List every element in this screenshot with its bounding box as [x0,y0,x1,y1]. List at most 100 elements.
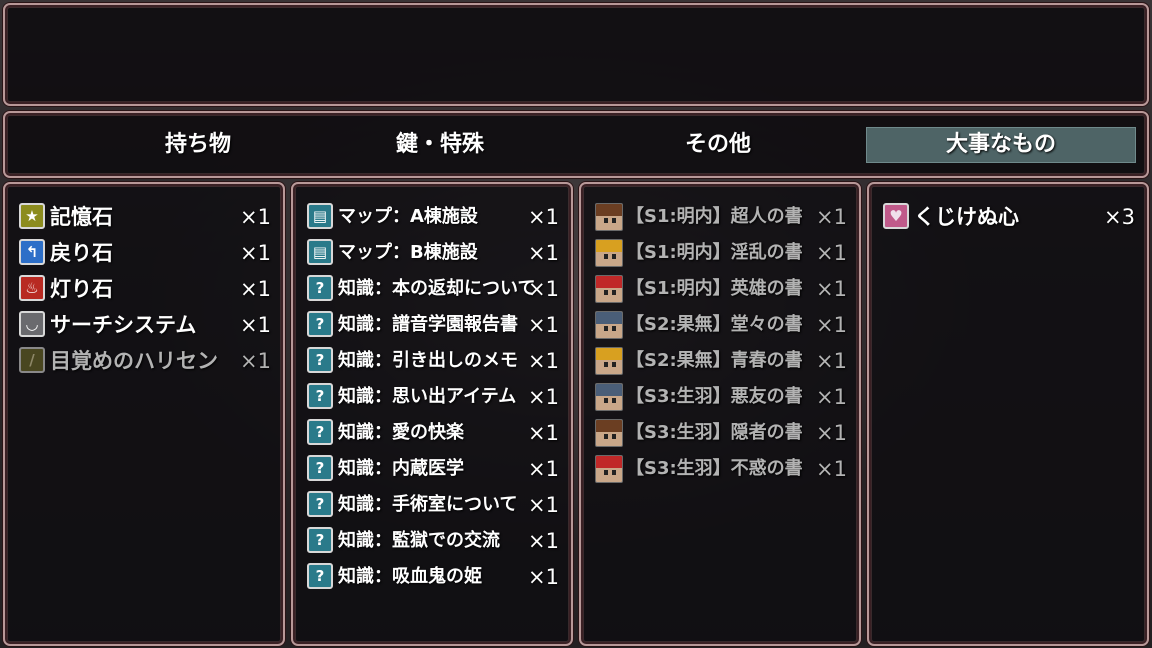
character-portrait-icon [595,347,623,375]
item-row[interactable]: 【S1:明内】英雄の書 ×1 [595,272,847,306]
item-name: 【S2:果無】青春の書 [626,350,803,371]
item-row[interactable]: ♨ 灯り石 ×1 [19,272,271,306]
item-quantity: ×1 [528,277,559,301]
item-quantity: ×1 [816,241,847,265]
item-name: 知識：監獄での交流 [338,530,500,551]
closed-eye-icon: ◡ [19,311,45,337]
item-name: 灯り石 [50,277,113,301]
paper-fan-icon: / [19,347,45,373]
item-name: マップ：B棟施設 [338,242,478,263]
item-row[interactable]: 【S3:生羽】悪友の書 ×1 [595,380,847,414]
item-row[interactable]: ★ 記憶石 ×1 [19,200,271,234]
item-quantity: ×1 [816,313,847,337]
question-icon: ? [307,347,333,373]
item-row[interactable]: ? 知識：譜音学園報告書 ×1 [307,308,559,342]
item-name: 知識：譜音学園報告書 [338,314,518,335]
item-name: 【S3:生羽】不惑の書 [626,458,803,479]
item-name: サーチシステム [50,313,197,337]
item-row[interactable]: ? 知識：監獄での交流 ×1 [307,524,559,558]
help-window [3,3,1149,106]
map-icon: ▤ [307,239,333,265]
item-row[interactable]: ? 知識：内蔵医学 ×1 [307,452,559,486]
item-row[interactable]: ♥ くじけぬ心 ×3 [883,200,1135,234]
item-quantity: ×1 [528,385,559,409]
flame-icon: ♨ [19,275,45,301]
tab-keys-special[interactable]: 鍵・特殊 [305,127,575,163]
item-name: 知識：愛の快楽 [338,422,464,443]
character-portrait-icon [595,275,623,303]
heart-icon: ♥ [883,203,909,229]
item-row[interactable]: 【S2:果無】堂々の書 ×1 [595,308,847,342]
item-name: 知識：吸血鬼の姫 [338,566,482,587]
question-icon: ? [307,275,333,301]
item-name: 【S3:生羽】悪友の書 [626,386,803,407]
item-name: 【S1:明内】超人の書 [626,206,803,227]
item-name: 【S1:明内】淫乱の書 [626,242,803,263]
category-tab-window: 持ち物 鍵・特殊 その他 大事なもの [3,111,1149,178]
item-name: くじけぬ心 [914,205,1019,229]
item-quantity: ×1 [240,313,271,337]
question-icon: ? [307,455,333,481]
item-quantity: ×1 [816,385,847,409]
item-quantity: ×1 [528,457,559,481]
question-icon: ? [307,527,333,553]
item-name: 戻り石 [50,241,113,265]
item-quantity: ×1 [240,349,271,373]
item-quantity: ×1 [528,349,559,373]
item-quantity: ×1 [528,529,559,553]
item-quantity: ×1 [528,565,559,589]
item-row[interactable]: ? 知識：引き出しのメモ ×1 [307,344,559,378]
item-row[interactable]: 【S2:果無】青春の書 ×1 [595,344,847,378]
item-row[interactable]: 【S3:生羽】不惑の書 ×1 [595,452,847,486]
item-quantity: ×1 [816,457,847,481]
item-row[interactable]: 【S1:明内】超人の書 ×1 [595,200,847,234]
item-row[interactable]: 【S1:明内】淫乱の書 ×1 [595,236,847,270]
character-portrait-icon [595,455,623,483]
item-name: 目覚めのハリセン [50,349,218,373]
character-portrait-icon [595,239,623,267]
item-row[interactable]: ? 知識：吸血鬼の姫 ×1 [307,560,559,594]
question-icon: ? [307,491,333,517]
character-portrait-icon [595,203,623,231]
item-row[interactable]: ? 知識：愛の快楽 ×1 [307,416,559,450]
item-name: 知識：内蔵医学 [338,458,464,479]
item-row[interactable]: ↰ 戻り石 ×1 [19,236,271,270]
item-quantity: ×1 [816,349,847,373]
item-row[interactable]: ? 知識：本の返却について ×1 [307,272,559,306]
character-portrait-icon [595,419,623,447]
item-quantity: ×1 [240,241,271,265]
item-name: 知識：思い出アイテム [338,386,517,407]
item-quantity: ×3 [1104,205,1135,229]
tab-important-items[interactable]: 大事なもの [866,127,1136,163]
character-portrait-icon [595,383,623,411]
item-list-consumables: ★ 記憶石 ×1 ↰ 戻り石 ×1 ♨ 灯り石 ×1 ◡ サーチシステム ×1 /目覚めのハリセン ×1 [3,182,285,646]
item-list-keys: ▤ マップ：A棟施設 ×1 ▤ マップ：B棟施設 ×1? 知識：本の返却について ×1? 知識：… [291,182,573,646]
item-name: 記憶石 [50,205,113,229]
item-row[interactable]: ▤ マップ：A棟施設 ×1 [307,200,559,234]
item-name: 【S3:生羽】隠者の書 [626,422,803,443]
item-quantity: ×1 [528,205,559,229]
item-name: マップ：A棟施設 [338,206,478,227]
item-quantity: ×1 [528,421,559,445]
item-list-important: ♥ くじけぬ心 ×3 [867,182,1149,646]
question-icon: ? [307,563,333,589]
item-quantity: ×1 [240,205,271,229]
tab-items[interactable]: 持ち物 [63,127,333,163]
item-quantity: ×1 [240,277,271,301]
item-quantity: ×1 [816,421,847,445]
item-name: 知識：手術室について [338,494,518,515]
character-portrait-icon [595,311,623,339]
item-quantity: ×1 [528,241,559,265]
item-list-books: 【S1:明内】超人の書 ×1 【S1:明内】淫乱の書 ×1 【S1:明内】英雄の書 ×1 【… [579,182,861,646]
item-row[interactable]: ? 知識：手術室について ×1 [307,488,559,522]
item-row[interactable]: ▤ マップ：B棟施設 ×1 [307,236,559,270]
item-row[interactable]: / 目覚めのハリセン ×1 [19,344,271,378]
tab-other[interactable]: その他 [583,127,853,163]
item-name: 知識：引き出しのメモ [338,350,518,371]
item-quantity: ×1 [816,205,847,229]
item-row[interactable]: 【S3:生羽】隠者の書 ×1 [595,416,847,450]
item-row[interactable]: ◡ サーチシステム ×1 [19,308,271,342]
item-name: 【S2:果無】堂々の書 [626,314,803,335]
item-quantity: ×1 [528,493,559,517]
item-row[interactable]: ? 知識：思い出アイテム ×1 [307,380,559,414]
